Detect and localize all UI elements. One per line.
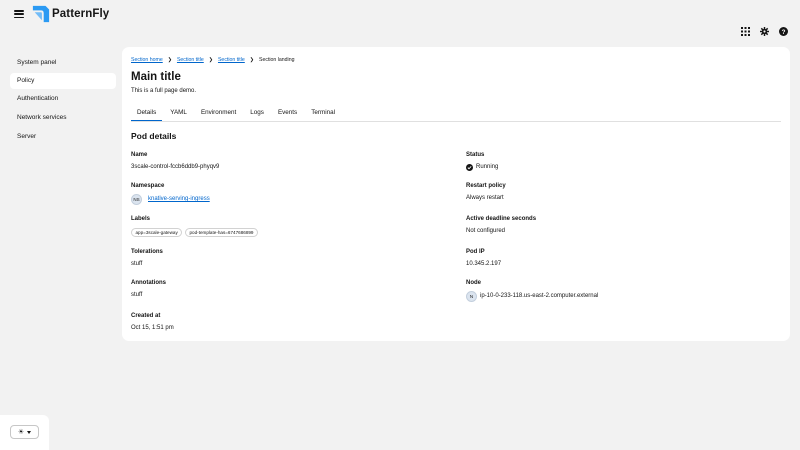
node-avatar: N — [466, 291, 477, 302]
tolerations-label: Tolerations — [131, 249, 163, 255]
check-circle-icon — [466, 164, 473, 171]
sidebar-item-server[interactable]: Server — [10, 129, 116, 145]
name-label: Name — [131, 152, 148, 158]
sidebar-item-authentication[interactable]: Authentication — [10, 91, 116, 107]
svg-text:?: ? — [782, 29, 786, 36]
masthead: PatternFly ? — [0, 0, 800, 46]
brand-name: PatternFly — [52, 8, 110, 20]
theme-toggle-button[interactable]: ☀ — [10, 425, 39, 439]
tab-events[interactable]: Events — [272, 105, 303, 121]
name-value: 3scale-control-fccb6ddb9-phyqv9 — [131, 164, 220, 170]
pod-details-title: Pod details — [131, 131, 177, 141]
masthead-tools: ? — [741, 27, 788, 36]
node-value: ip-10-0-233-118.us-east-2.computer.exter… — [480, 293, 599, 299]
label-chip: pod-template-has=6747686899 — [185, 228, 258, 237]
sidebar-nav: System panel Policy Authentication Netwo… — [0, 46, 122, 450]
sun-icon: ☀ — [17, 428, 25, 436]
created-at-value: Oct 15, 1:51 pm — [131, 325, 174, 331]
status-value: Running — [476, 164, 499, 170]
settings-gear-icon[interactable] — [760, 27, 769, 36]
tab-details[interactable]: Details — [131, 105, 163, 122]
caret-down-icon — [27, 430, 32, 434]
created-at-label: Created at — [131, 313, 161, 319]
hamburger-menu-icon[interactable] — [14, 10, 24, 18]
apps-grid-icon[interactable] — [741, 27, 750, 36]
sidebar-item-system-panel[interactable]: System panel — [10, 55, 116, 71]
tab-logs[interactable]: Logs — [244, 105, 270, 121]
tab-yaml[interactable]: YAML — [164, 105, 193, 121]
label-chip: app=3scale-gateway — [131, 228, 183, 237]
labels-label: Labels — [131, 216, 151, 222]
main-content-card: Section home ❯ Section title ❯ Section t… — [122, 47, 790, 341]
sidebar-item-network-services[interactable]: Network services — [10, 110, 116, 126]
breadcrumb-link-section-home[interactable]: Section home — [131, 57, 163, 63]
breadcrumb-current: Section landing — [259, 57, 295, 63]
pod-ip-value: 10.345.2.197 — [466, 261, 502, 267]
theme-switcher-panel: ☀ — [0, 415, 49, 450]
pod-ip-label: Pod IP — [466, 249, 485, 255]
help-icon[interactable]: ? — [779, 27, 788, 36]
status-label: Status — [466, 152, 485, 158]
deadline-label: Active deadline seconds — [466, 216, 537, 222]
patternfly-logo-icon — [32, 5, 50, 23]
chevron-right-icon: ❯ — [167, 57, 172, 63]
page-title: Main title — [131, 71, 181, 83]
breadcrumb-link-section-title-1[interactable]: Section title — [177, 57, 204, 63]
node-label: Node — [466, 280, 481, 286]
page-description: This is a full page demo. — [131, 88, 197, 94]
annotations-value: stuff — [131, 292, 143, 298]
tab-bar: Details YAML Environment Logs Events Ter… — [131, 105, 343, 122]
deadline-value: Not configured — [466, 228, 506, 234]
chevron-right-icon: ❯ — [208, 57, 213, 63]
namespace-avatar: NS — [131, 194, 142, 205]
annotations-label: Annotations — [131, 280, 166, 286]
tab-terminal[interactable]: Terminal — [305, 105, 341, 121]
brand-logo[interactable]: PatternFly — [32, 5, 109, 23]
restart-policy-value: Always restart — [466, 195, 504, 201]
tabs-divider — [131, 121, 781, 122]
tab-environment[interactable]: Environment — [195, 105, 242, 121]
sidebar-item-policy[interactable]: Policy — [10, 73, 116, 89]
breadcrumb: Section home ❯ Section title ❯ Section t… — [131, 57, 294, 63]
tolerations-value: stuff — [131, 261, 143, 267]
breadcrumb-link-section-title-2[interactable]: Section title — [218, 57, 245, 63]
restart-policy-label: Restart policy — [466, 183, 506, 189]
chevron-right-icon: ❯ — [249, 57, 254, 63]
namespace-link[interactable]: knative-serving-ingress — [148, 196, 210, 202]
namespace-label: Namespace — [131, 183, 165, 189]
